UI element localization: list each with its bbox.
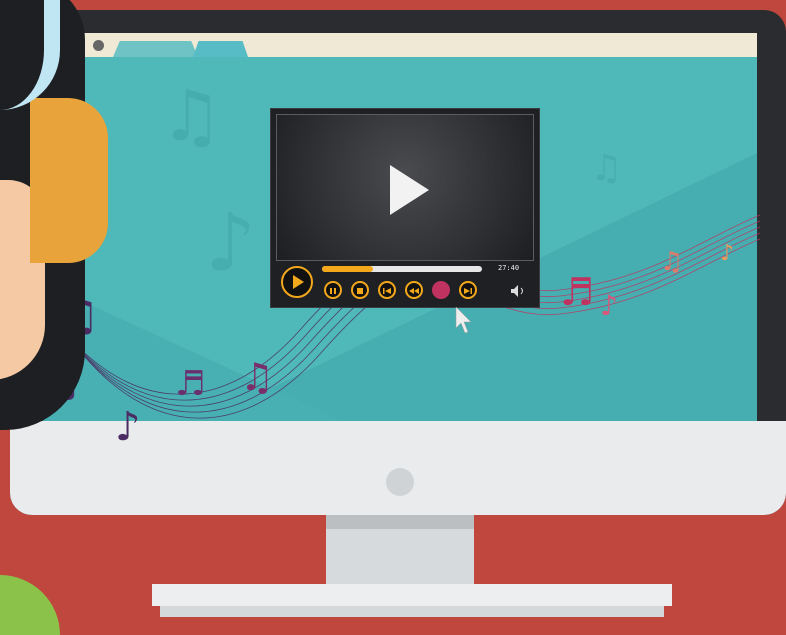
video-area[interactable] xyxy=(276,114,534,261)
seek-bar-fill xyxy=(322,266,374,272)
stop-icon xyxy=(357,288,363,294)
svg-text:♫: ♫ xyxy=(160,75,223,157)
svg-text:♪: ♪ xyxy=(205,196,256,289)
play-overlay-icon[interactable] xyxy=(277,115,533,260)
stop-button[interactable] xyxy=(351,281,369,299)
svg-text:♪: ♪ xyxy=(600,289,618,322)
music-staff-decoration: ♫ ♫ ♪ ♬ ♫ ♫ ♬ ♪ ♬ ♪ ♫ ♪ ♫ ♪ ♫ xyxy=(39,75,761,450)
time-display: 27:40 xyxy=(498,264,520,272)
pause-button[interactable] xyxy=(324,281,342,299)
record-button[interactable] xyxy=(432,281,450,299)
svg-text:♫: ♫ xyxy=(240,355,274,399)
previous-button[interactable] xyxy=(378,281,396,299)
volume-button[interactable] xyxy=(510,283,530,302)
svg-text:♫: ♫ xyxy=(590,148,622,189)
rewind-icon xyxy=(409,288,419,294)
svg-text:♪: ♪ xyxy=(115,404,141,450)
svg-text:♬: ♬ xyxy=(560,270,594,314)
next-button[interactable] xyxy=(459,281,477,299)
svg-text:♪: ♪ xyxy=(720,241,734,266)
svg-text:♫: ♫ xyxy=(660,247,683,277)
svg-text:♬: ♬ xyxy=(175,364,205,404)
next-track-icon xyxy=(464,288,472,294)
pause-icon xyxy=(330,288,336,294)
previous-track-icon xyxy=(383,288,391,294)
seek-bar[interactable] xyxy=(322,266,482,272)
rewind-button[interactable] xyxy=(405,281,423,299)
volume-icon xyxy=(511,285,523,297)
play-button[interactable] xyxy=(281,266,313,298)
mouse-pointer-icon xyxy=(455,306,472,334)
play-icon xyxy=(293,275,304,289)
headphone-earcup xyxy=(30,98,108,263)
